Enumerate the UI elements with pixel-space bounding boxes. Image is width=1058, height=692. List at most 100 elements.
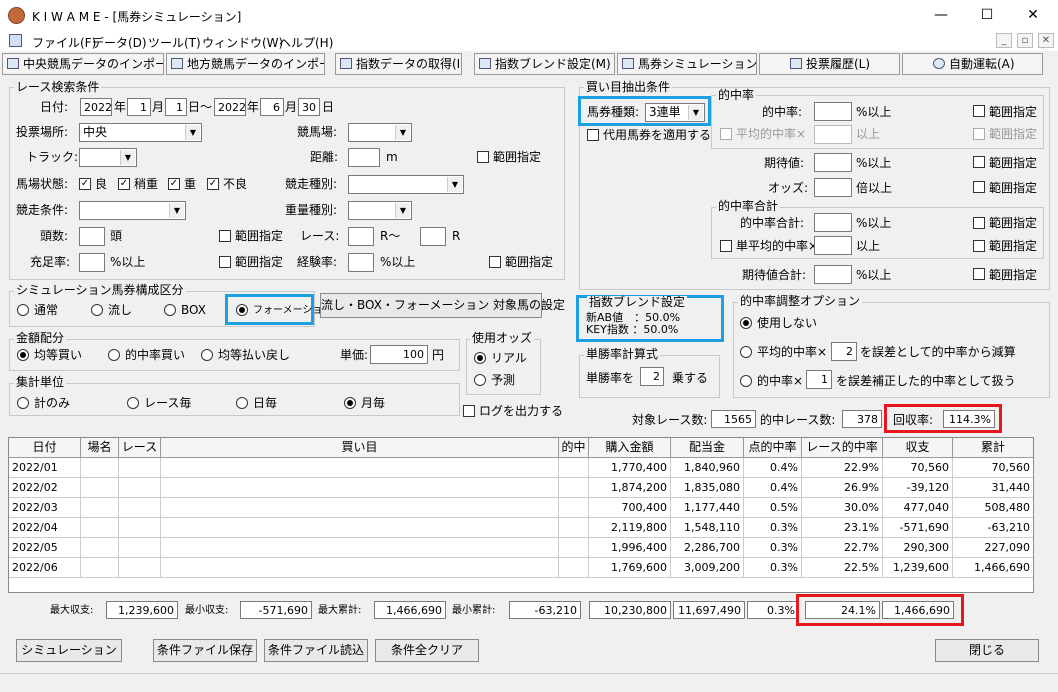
tab-ticket-simulation[interactable]: 馬券シミュレーション(B) (617, 53, 757, 75)
win-rate-power-input[interactable]: 2 (640, 367, 664, 386)
clear-conditions-button[interactable]: 条件全クリア (375, 639, 479, 662)
single-avg-input[interactable] (814, 236, 852, 255)
race-type-select[interactable]: ▼ (348, 175, 464, 194)
race-to-input[interactable] (420, 227, 446, 246)
distance-range-checkbox[interactable] (477, 151, 489, 163)
date-to-year[interactable]: 2022 (214, 98, 246, 116)
condition-good-checkbox[interactable]: ✓ (79, 178, 91, 190)
experience-range-checkbox[interactable] (489, 256, 501, 268)
amount-equal-payout-radio[interactable] (201, 349, 213, 361)
hit-rate-input[interactable] (814, 102, 852, 121)
tab-local-import[interactable]: 地方競馬データのインポート(N) (166, 53, 325, 75)
heads-range-checkbox[interactable] (219, 230, 231, 242)
sim-box-radio[interactable] (164, 304, 176, 316)
column-header-purchase[interactable]: 購入金額 (589, 438, 671, 458)
app-icon[interactable] (8, 7, 25, 24)
sim-formation-radio[interactable] (236, 304, 248, 316)
avg-hit-range-checkbox[interactable] (973, 128, 985, 140)
avg-hit-rate-checkbox[interactable] (720, 128, 732, 140)
mdi-child-icon[interactable] (9, 34, 22, 47)
date-from-day[interactable]: 1 (165, 98, 187, 116)
tally-month-radio[interactable] (344, 397, 356, 409)
amount-equal-radio[interactable] (17, 349, 29, 361)
hit-sum-range-checkbox[interactable] (973, 217, 985, 229)
column-header-point-rate[interactable]: 点的中率 (744, 438, 802, 458)
column-header-balance[interactable]: 収支 (883, 438, 953, 458)
ticket-type-select[interactable]: 3連単 ▼ (645, 103, 705, 122)
condition-slightly-heavy-checkbox[interactable]: ✓ (118, 178, 130, 190)
simulate-button[interactable]: シミュレーション (16, 639, 122, 662)
heads-input[interactable] (79, 227, 105, 246)
adjust-correct-radio[interactable] (740, 375, 752, 387)
unit-price-input[interactable]: 100 (370, 345, 428, 364)
experience-rate-input[interactable] (348, 253, 374, 272)
log-output-checkbox[interactable] (463, 405, 475, 417)
ev-sum-input[interactable] (814, 265, 852, 284)
mdi-minimize-button[interactable]: _ (996, 33, 1012, 48)
adjust-subtract-radio[interactable] (740, 346, 752, 358)
mdi-restore-button[interactable]: ▫ (1017, 33, 1033, 48)
column-header-venue[interactable]: 場名 (81, 438, 119, 458)
menu-help[interactable]: ヘルプ(H) (279, 34, 333, 51)
load-conditions-button[interactable]: 条件ファイル読込 (264, 639, 368, 662)
distance-input[interactable] (348, 148, 380, 167)
date-to-month[interactable]: 6 (260, 98, 284, 116)
track-select[interactable]: ▼ (79, 148, 137, 167)
tab-auto-run[interactable]: 自動運転(A) (902, 53, 1043, 75)
date-to-day[interactable]: 30 (298, 98, 320, 116)
column-header-bet[interactable]: 買い目 (161, 438, 559, 458)
avg-hit-rate-input[interactable] (814, 125, 852, 144)
hit-sum-input[interactable] (814, 213, 852, 232)
race-condition-select[interactable]: ▼ (79, 201, 186, 220)
save-conditions-button[interactable]: 条件ファイル保存 (153, 639, 257, 662)
hit-rate-range-checkbox[interactable] (973, 105, 985, 117)
sim-nagashi-radio[interactable] (91, 304, 103, 316)
odds-range-checkbox[interactable] (973, 181, 985, 193)
tally-day-radio[interactable] (236, 397, 248, 409)
adjust-subtract-input[interactable]: 2 (831, 342, 857, 361)
column-header-date[interactable]: 日付 (9, 438, 81, 458)
ev-sum-range-checkbox[interactable] (973, 268, 985, 280)
menu-data[interactable]: データ(D) (92, 34, 147, 51)
weight-type-select[interactable]: ▼ (348, 201, 412, 220)
column-header-cumulative[interactable]: 累計 (953, 438, 1033, 458)
venue-select[interactable]: 中央 ▼ (79, 123, 202, 142)
tab-vote-history[interactable]: 投票履歴(L) (759, 53, 900, 75)
tab-index-fetch[interactable]: 指数データの取得(I) (335, 53, 462, 75)
single-avg-checkbox[interactable] (720, 240, 732, 252)
odds-real-radio[interactable] (474, 352, 486, 364)
race-from-input[interactable] (348, 227, 374, 246)
tally-total-radio[interactable] (17, 397, 29, 409)
close-button[interactable]: 閉じる (935, 639, 1039, 662)
results-grid[interactable]: 日付 場名 レース 買い目 的中 購入金額 配当金 点的中率 レース的中率 収支… (8, 437, 1034, 593)
odds-limit-input[interactable] (814, 178, 852, 197)
single-avg-range-checkbox[interactable] (973, 240, 985, 252)
adjust-none-radio[interactable] (740, 317, 752, 329)
fill-rate-input[interactable] (79, 253, 105, 272)
amount-hit-rate-radio[interactable] (108, 349, 120, 361)
column-header-payout[interactable]: 配当金 (671, 438, 744, 458)
fill-range-checkbox[interactable] (219, 256, 231, 268)
menu-window[interactable]: ウィンドウ(W) (202, 34, 283, 51)
adjust-correct-input[interactable]: 1 (806, 370, 832, 389)
target-horse-setting-button[interactable]: 流し・BOX・フォーメーション 対象馬の設定 (320, 293, 565, 318)
expected-value-range-checkbox[interactable] (973, 156, 985, 168)
tab-index-blend[interactable]: 指数ブレンド設定(M) (474, 53, 615, 75)
course-select[interactable]: ▼ (348, 123, 412, 142)
tab-central-import[interactable]: 中央競馬データのインポート(J) (2, 53, 164, 75)
mdi-close-button[interactable]: ✕ (1038, 33, 1054, 48)
minimize-button[interactable]: — (918, 0, 964, 31)
column-header-race-rate[interactable]: レース的中率 (802, 438, 883, 458)
column-header-race[interactable]: レース (119, 438, 161, 458)
maximize-button[interactable]: ☐ (964, 0, 1010, 31)
menu-file[interactable]: ファイル(F) (32, 34, 96, 51)
tally-race-radio[interactable] (127, 397, 139, 409)
column-header-hit[interactable]: 的中 (559, 438, 589, 458)
close-window-button[interactable]: ✕ (1010, 0, 1056, 31)
odds-forecast-radio[interactable] (474, 374, 486, 386)
condition-heavy-checkbox[interactable]: ✓ (168, 178, 180, 190)
expected-value-input[interactable] (814, 153, 852, 172)
sim-normal-radio[interactable] (17, 304, 29, 316)
date-from-month[interactable]: 1 (127, 98, 151, 116)
condition-bad-checkbox[interactable]: ✓ (207, 178, 219, 190)
